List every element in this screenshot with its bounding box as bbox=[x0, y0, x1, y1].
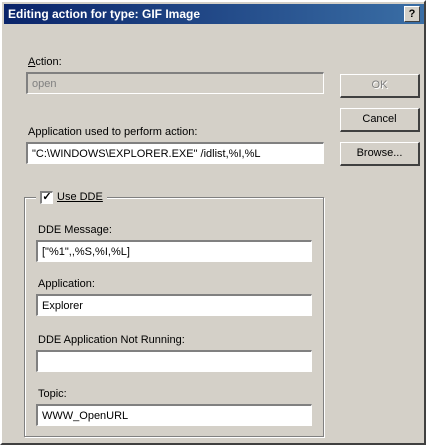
help-button[interactable]: ? bbox=[404, 6, 420, 22]
use-dde-checkbox-row[interactable]: ✓ Use DDE bbox=[36, 188, 107, 206]
window-title: Editing action for type: GIF Image bbox=[8, 7, 201, 21]
dde-message-field[interactable]: ["%1",,%S,%I,%L] bbox=[36, 240, 312, 262]
dde-application-label: Application: bbox=[38, 278, 95, 290]
dde-not-running-field[interactable] bbox=[36, 350, 312, 372]
dde-topic-label: Topic: bbox=[38, 388, 67, 400]
title-bar: Editing action for type: GIF Image ? bbox=[4, 4, 424, 24]
dde-application-field[interactable]: Explorer bbox=[36, 294, 312, 316]
action-field[interactable]: open bbox=[26, 72, 324, 94]
ok-button[interactable]: OK bbox=[340, 74, 420, 98]
cancel-button[interactable]: Cancel bbox=[340, 108, 420, 132]
application-used-label: Application used to perform action: bbox=[28, 126, 198, 138]
action-label: Action: bbox=[28, 56, 62, 68]
dialog-window: Editing action for type: GIF Image ? Act… bbox=[0, 0, 426, 445]
browse-button[interactable]: Browse... bbox=[340, 142, 420, 166]
dde-not-running-label: DDE Application Not Running: bbox=[38, 334, 185, 346]
use-dde-label: Use DDE bbox=[57, 191, 103, 203]
dde-topic-field[interactable]: WWW_OpenURL bbox=[36, 404, 312, 426]
use-dde-checkbox[interactable]: ✓ bbox=[40, 190, 53, 204]
dde-message-label: DDE Message: bbox=[38, 224, 112, 236]
application-used-field[interactable]: "C:\WINDOWS\EXPLORER.EXE" /idlist,%I,%L bbox=[26, 142, 324, 164]
